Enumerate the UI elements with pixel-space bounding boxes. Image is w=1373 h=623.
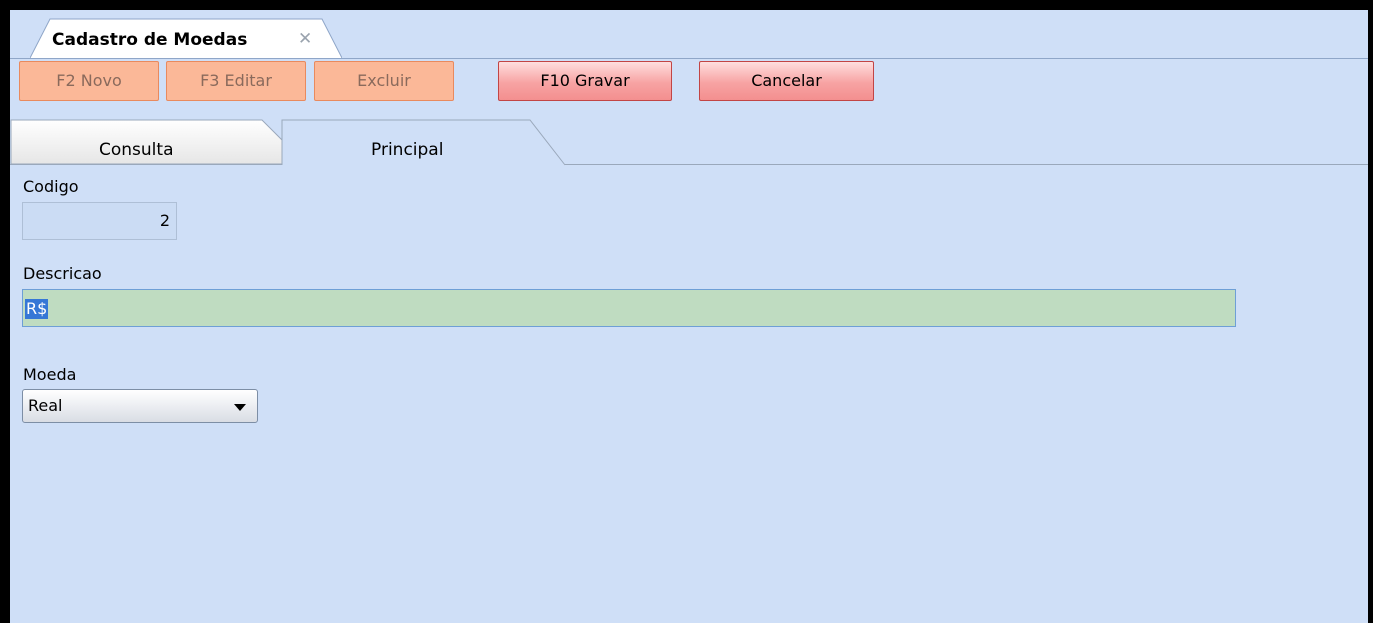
moeda-select[interactable]: Real bbox=[22, 389, 258, 423]
window-frame: Cadastro de Moedas ✕ F2 Novo F3 Editar E… bbox=[0, 0, 1373, 623]
excluir-button[interactable]: Excluir bbox=[314, 61, 454, 101]
chevron-down-icon[interactable] bbox=[234, 404, 246, 411]
tab-principal[interactable]: Principal bbox=[371, 140, 443, 160]
gravar-button[interactable]: F10 Gravar bbox=[498, 61, 672, 101]
document-tab-strip: Cadastro de Moedas ✕ bbox=[10, 10, 1368, 59]
moeda-selected-value: Real bbox=[28, 396, 63, 415]
codigo-label: Codigo bbox=[23, 177, 79, 196]
codigo-field: 2 bbox=[22, 202, 177, 240]
moeda-label: Moeda bbox=[23, 365, 77, 384]
document-tab[interactable]: Cadastro de Moedas ✕ bbox=[30, 18, 342, 58]
novo-button[interactable]: F2 Novo bbox=[19, 61, 159, 101]
close-icon[interactable]: ✕ bbox=[298, 29, 312, 49]
cancelar-button[interactable]: Cancelar bbox=[699, 61, 874, 101]
cadastro-moedas-window: Cadastro de Moedas ✕ F2 Novo F3 Editar E… bbox=[10, 10, 1368, 623]
descricao-label: Descricao bbox=[23, 264, 102, 283]
tab-control: Consulta Principal bbox=[10, 118, 1368, 168]
toolbar: F2 Novo F3 Editar Excluir F10 Gravar Can… bbox=[10, 59, 1368, 113]
editar-button[interactable]: F3 Editar bbox=[166, 61, 306, 101]
document-tab-title: Cadastro de Moedas bbox=[52, 30, 248, 50]
descricao-selected-text: R$ bbox=[25, 299, 49, 319]
descricao-input[interactable]: R$ bbox=[22, 289, 1236, 327]
tab-consulta[interactable]: Consulta bbox=[99, 140, 173, 160]
tab-control-shape bbox=[10, 119, 1368, 166]
